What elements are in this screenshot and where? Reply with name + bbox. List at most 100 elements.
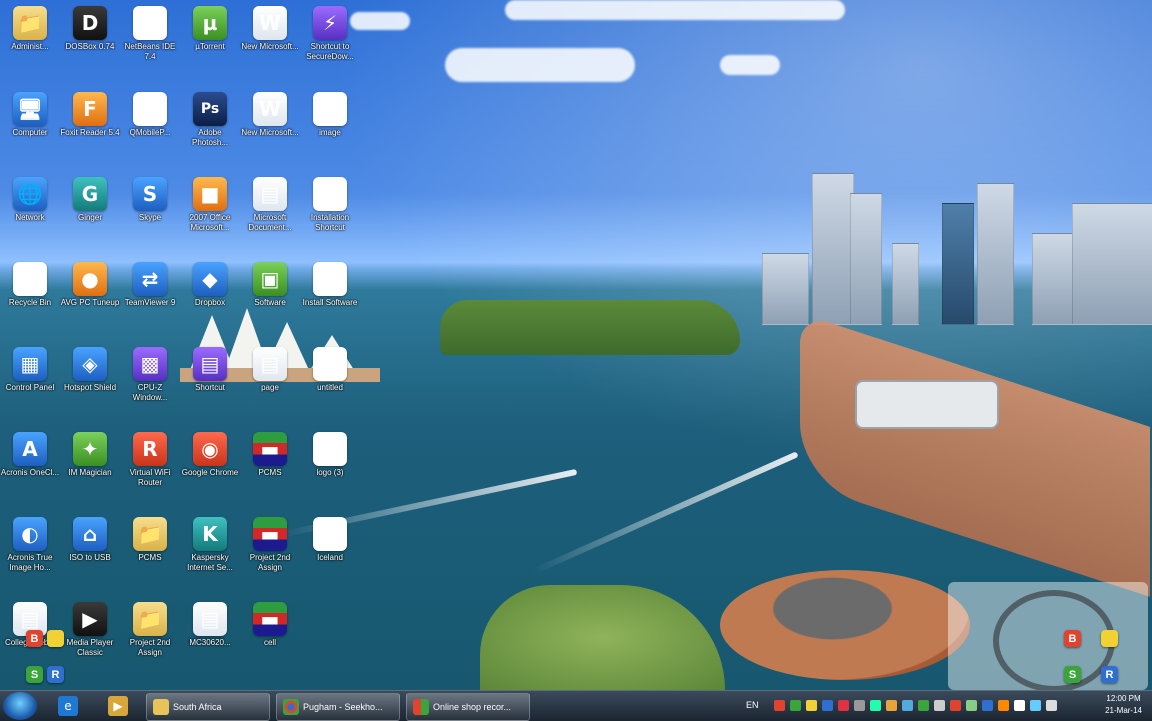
- taskbar-item-explorer[interactable]: South Africa: [146, 693, 270, 721]
- rotunda-building: [720, 570, 970, 680]
- taskbar-item-office[interactable]: Online shop recor...: [406, 693, 530, 721]
- tray-icon[interactable]: [982, 700, 993, 711]
- desktop-icon[interactable]: ≋ untitled: [300, 345, 360, 425]
- desktop-icon[interactable]: ◈ Hotspot Shield: [60, 345, 120, 425]
- gadget-s-button[interactable]: S: [1064, 666, 1081, 683]
- chrome-icon: [283, 699, 299, 715]
- gadget-yellow-button[interactable]: [47, 630, 64, 647]
- tray-icon[interactable]: [886, 700, 897, 711]
- desktop-icon[interactable]: Ps Adobe Photosh...: [180, 90, 240, 170]
- desktop-icon[interactable]: 🌐 Network: [0, 175, 60, 255]
- desktop-icon[interactable]: µ µTorrent: [180, 4, 240, 84]
- gadget-launcher-right[interactable]: B S R: [1064, 630, 1118, 683]
- desktop-icon[interactable]: ▦ Control Panel: [0, 345, 60, 425]
- desktop-icon[interactable]: 📁 PCMS: [120, 515, 180, 595]
- gadget-r-button[interactable]: R: [1101, 666, 1118, 683]
- tray-icon[interactable]: [806, 700, 817, 711]
- desktop-icon[interactable]: ■ 2007 Office Microsoft...: [180, 175, 240, 255]
- desktop-icon[interactable]: ◆ Dropbox: [180, 260, 240, 340]
- desktop-icon[interactable]: W New Microsoft...: [240, 90, 300, 170]
- desktop-icon[interactable]: S Skype: [120, 175, 180, 255]
- tray-icon[interactable]: [790, 700, 801, 711]
- gadget-yellow-button[interactable]: [1101, 630, 1118, 647]
- tray-icon[interactable]: [1014, 700, 1025, 711]
- control-panel-icon: ▦: [13, 347, 47, 381]
- desktop-icon-label: PCMS: [138, 553, 162, 562]
- office-icon: [413, 699, 429, 715]
- clock[interactable]: 12:00 PM 21-Mar-14: [1105, 693, 1142, 717]
- desktop-icon[interactable]: D DOSBox 0.74: [60, 4, 120, 84]
- kaspersky-icon: K: [193, 517, 227, 551]
- desktop-icon-label: Hotspot Shield: [63, 383, 117, 392]
- desktop-icon[interactable]: ▬ Project 2nd Assign: [240, 515, 300, 595]
- desktop-icon[interactable]: ▩ CPU-Z Window...: [120, 345, 180, 425]
- gadget-launcher-left[interactable]: B S R: [26, 630, 64, 683]
- desktop-icon[interactable]: ⚙ Install Software: [300, 260, 360, 340]
- desktop-icon[interactable]: ◉ Google Chrome: [180, 430, 240, 510]
- desktop-icon-label: Acronis OneCl...: [0, 468, 60, 477]
- city-skyline: [732, 125, 1152, 325]
- start-button[interactable]: [3, 692, 37, 720]
- desktop-icon[interactable]: ▤ page: [240, 345, 300, 425]
- desktop-icon[interactable]: ⌂ ISO to USB: [60, 515, 120, 595]
- harbour-park: [440, 300, 740, 355]
- shortcut-icon: ⚡: [313, 6, 347, 40]
- desktop-icon[interactable]: ▬ PCMS: [240, 430, 300, 510]
- desktop-icon[interactable]: ▤ Microsoft Document...: [240, 175, 300, 255]
- tray-icon[interactable]: [918, 700, 929, 711]
- gadget-b-button[interactable]: B: [26, 630, 43, 647]
- desktop-icon-label: Computer: [12, 128, 48, 137]
- desktop-icon[interactable]: ▣ Software: [240, 260, 300, 340]
- internet-explorer-icon[interactable]: e: [58, 696, 78, 716]
- desktop-icon[interactable]: ▬ cell: [240, 600, 300, 680]
- word-document-icon: W: [253, 6, 287, 40]
- desktop-icon[interactable]: ▶ Media Player Classic: [60, 600, 120, 680]
- desktop-icon[interactable]: Q QMobileP...: [120, 90, 180, 170]
- volume-tray-icon[interactable]: [1046, 700, 1057, 711]
- desktop-icon-label: Skype: [138, 213, 162, 222]
- taskbar-item-label: Pugham - Seekho...: [303, 702, 383, 712]
- desktop-icon[interactable]: ▭ image: [300, 90, 360, 170]
- desktop-icon[interactable]: ▤ Shortcut: [180, 345, 240, 425]
- tray-icon[interactable]: [934, 700, 945, 711]
- desktop-icon[interactable]: ▤ MC30620...: [180, 600, 240, 680]
- taskbar-item-chrome[interactable]: Pugham - Seekho...: [276, 693, 400, 721]
- desktop-icon[interactable]: ◐ Acronis True Image Ho...: [0, 515, 60, 595]
- desktop-icon[interactable]: F Foxit Reader 5.4: [60, 90, 120, 170]
- tray-icon[interactable]: [870, 700, 881, 711]
- desktop-icon[interactable]: A Acronis OneCl...: [0, 430, 60, 510]
- desktop-icon[interactable]: G Ginger: [60, 175, 120, 255]
- desktop-icon[interactable]: ● AVG PC Tuneup: [60, 260, 120, 340]
- gadget-r-button[interactable]: R: [47, 666, 64, 683]
- tray-icon[interactable]: [838, 700, 849, 711]
- office-icon: ■: [193, 177, 227, 211]
- tray-icon[interactable]: [966, 700, 977, 711]
- desktop-icon[interactable]: 🖥 Computer: [0, 90, 60, 170]
- network-tray-icon[interactable]: [1030, 700, 1041, 711]
- tray-icon[interactable]: [902, 700, 913, 711]
- desktop-icon[interactable]: ⇄ TeamViewer 9: [120, 260, 180, 340]
- desktop-icon[interactable]: ◎ Iceland: [300, 515, 360, 595]
- desktop-icon-label: Iceland: [317, 553, 343, 562]
- desktop-icon[interactable]: 🗑 Recycle Bin: [0, 260, 60, 340]
- tray-icon[interactable]: [774, 700, 785, 711]
- desktop-icon[interactable]: N NetBeans IDE 7.4: [120, 4, 180, 84]
- desktop-icon[interactable]: ↻ Installation Shortcut: [300, 175, 360, 255]
- gadget-s-button[interactable]: S: [26, 666, 43, 683]
- desktop-icon[interactable]: K Kaspersky Internet Se...: [180, 515, 240, 595]
- tray-icon[interactable]: [998, 700, 1009, 711]
- desktop-icon[interactable]: R Virtual WiFi Router: [120, 430, 180, 510]
- desktop-icon[interactable]: 📁 Administ...: [0, 4, 60, 84]
- media-player-quicklaunch-icon[interactable]: ▶: [108, 696, 128, 716]
- tray-icon[interactable]: [854, 700, 865, 711]
- language-indicator[interactable]: EN: [746, 700, 759, 710]
- desktop-icon[interactable]: ✦ IM Magician: [60, 430, 120, 510]
- tray-icon[interactable]: [822, 700, 833, 711]
- desktop-icon[interactable]: ◎ logo (3): [300, 430, 360, 510]
- gadget-b-button[interactable]: B: [1064, 630, 1081, 647]
- hotspot-shield-icon: ◈: [73, 347, 107, 381]
- tray-icon[interactable]: [950, 700, 961, 711]
- desktop-icon[interactable]: 📁 Project 2nd Assign: [120, 600, 180, 680]
- desktop-icon[interactable]: W New Microsoft...: [240, 4, 300, 84]
- desktop-icon[interactable]: ⚡ Shortcut to SecureDow...: [300, 4, 360, 84]
